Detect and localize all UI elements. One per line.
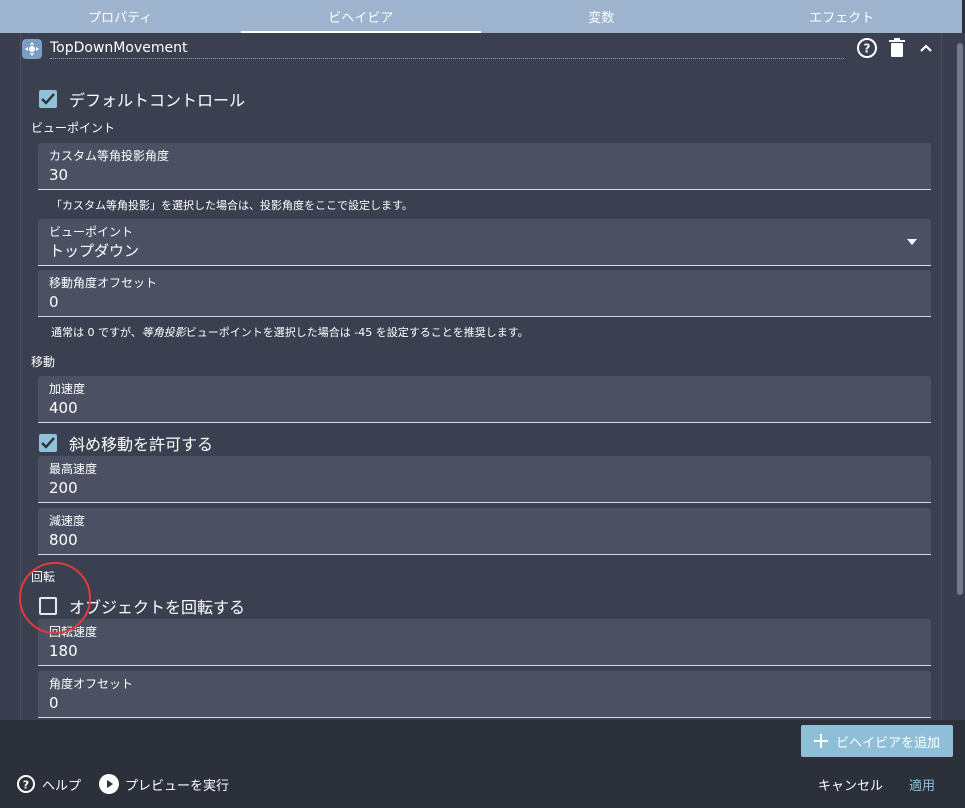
diagonal-label: 斜め移動を許可する — [69, 435, 214, 454]
plus-icon — [813, 734, 828, 748]
movement-icon — [22, 39, 42, 59]
angle-offset-input[interactable]: 0 — [49, 693, 920, 713]
rotation-speed-field[interactable]: 回転速度 180 — [38, 619, 931, 666]
tab-bar: プロパティ ビヘイビア 変数 エフェクト — [0, 0, 962, 33]
max-speed-input[interactable]: 200 — [49, 478, 920, 498]
movement-offset-helper: 通常は 0 ですが、等角投影ビューポイントを選択した場合は -45 を設定するこ… — [51, 324, 529, 340]
trash-icon[interactable] — [888, 38, 906, 58]
svg-text:?: ? — [23, 779, 29, 792]
help-link[interactable]: ? ヘルプ — [16, 774, 81, 794]
movement-section-label: 移動 — [31, 355, 56, 369]
acceleration-input[interactable]: 400 — [49, 398, 920, 418]
help-circle-icon: ? — [17, 775, 35, 793]
movement-offset-input[interactable]: 0 — [49, 292, 920, 312]
preview-button[interactable]: プレビューを実行 — [99, 774, 229, 794]
viewpoint-label: ビューポイント — [49, 225, 134, 239]
scrollbar[interactable] — [957, 43, 963, 595]
play-icon — [99, 774, 120, 794]
tab-behaviors[interactable]: ビヘイビア — [240, 0, 482, 33]
custom-angle-field[interactable]: カスタム等角投影角度 30 — [38, 143, 931, 190]
footer-right: キャンセル 適用 — [818, 775, 935, 794]
angle-offset-label: 角度オフセット — [49, 677, 134, 691]
dropdown-arrow-icon[interactable] — [907, 239, 917, 245]
preview-label: プレビューを実行 — [125, 778, 230, 794]
viewpoint-value[interactable]: トップダウン — [49, 241, 920, 261]
movement-offset-field[interactable]: 移動角度オフセット 0 — [38, 270, 931, 317]
default-controls-label: デフォルトコントロール — [69, 91, 246, 110]
chevron-up-icon[interactable] — [916, 38, 936, 58]
footer-left: ? ヘルプ プレビューを実行 — [16, 774, 239, 794]
svg-text:?: ? — [864, 42, 871, 56]
diagonal-row[interactable]: 斜め移動を許可する — [39, 431, 213, 455]
default-controls-row[interactable]: デフォルトコントロール — [39, 87, 245, 111]
helper-italic: 等角投影 — [141, 326, 186, 339]
movement-offset-label: 移動角度オフセット — [49, 276, 158, 290]
viewpoint-select[interactable]: ビューポイント トップダウン — [38, 219, 931, 266]
help-icon[interactable]: ? — [856, 37, 878, 59]
tab-effects[interactable]: エフェクト — [722, 0, 963, 33]
apply-button[interactable]: 適用 — [909, 775, 935, 794]
tab-properties[interactable]: プロパティ — [0, 0, 241, 33]
rotation-speed-label: 回転速度 — [49, 625, 98, 639]
deceleration-input[interactable]: 800 — [49, 530, 920, 550]
helper-prefix: 通常は 0 ですが、 — [51, 326, 142, 339]
rotation-speed-input[interactable]: 180 — [49, 641, 920, 661]
helper-suffix: ビューポイントを選択した場合は -45 を設定することを推奨します。 — [185, 326, 529, 339]
deceleration-label: 減速度 — [49, 514, 86, 528]
deceleration-field[interactable]: 減速度 800 — [38, 508, 931, 555]
tab-variables[interactable]: 変数 — [481, 0, 722, 33]
acceleration-label: 加速度 — [49, 382, 86, 396]
add-behavior-button[interactable]: ビヘイビアを追加 — [801, 725, 953, 757]
add-behavior-label: ビヘイビアを追加 — [835, 735, 940, 751]
help-label: ヘルプ — [42, 778, 82, 794]
behaviors-panel: TopDownMovement ? デフォルトコントロール ビューポイント カス… — [0, 33, 965, 720]
diagonal-checkbox[interactable] — [39, 434, 57, 452]
custom-angle-helper: 「カスタム等角投影」を選択した場合は、投影角度をここで設定します。 — [51, 199, 413, 212]
angle-offset-field[interactable]: 角度オフセット 0 — [38, 671, 931, 718]
behavior-header: TopDownMovement — [22, 37, 872, 61]
highlight-circle — [19, 562, 91, 634]
viewpoint-section-label: ビューポイント — [31, 121, 116, 135]
max-speed-field[interactable]: 最高速度 200 — [38, 456, 931, 503]
acceleration-field[interactable]: 加速度 400 — [38, 376, 931, 423]
custom-angle-input[interactable]: 30 — [49, 165, 920, 185]
max-speed-label: 最高速度 — [49, 462, 98, 476]
custom-angle-label: カスタム等角投影角度 — [49, 149, 170, 163]
rotate-object-label: オブジェクトを回転する — [69, 598, 246, 617]
behavior-actions: ? — [856, 37, 936, 59]
cancel-button[interactable]: キャンセル — [818, 775, 883, 794]
behavior-name-field[interactable]: TopDownMovement — [50, 40, 844, 59]
default-controls-checkbox[interactable] — [39, 90, 57, 108]
